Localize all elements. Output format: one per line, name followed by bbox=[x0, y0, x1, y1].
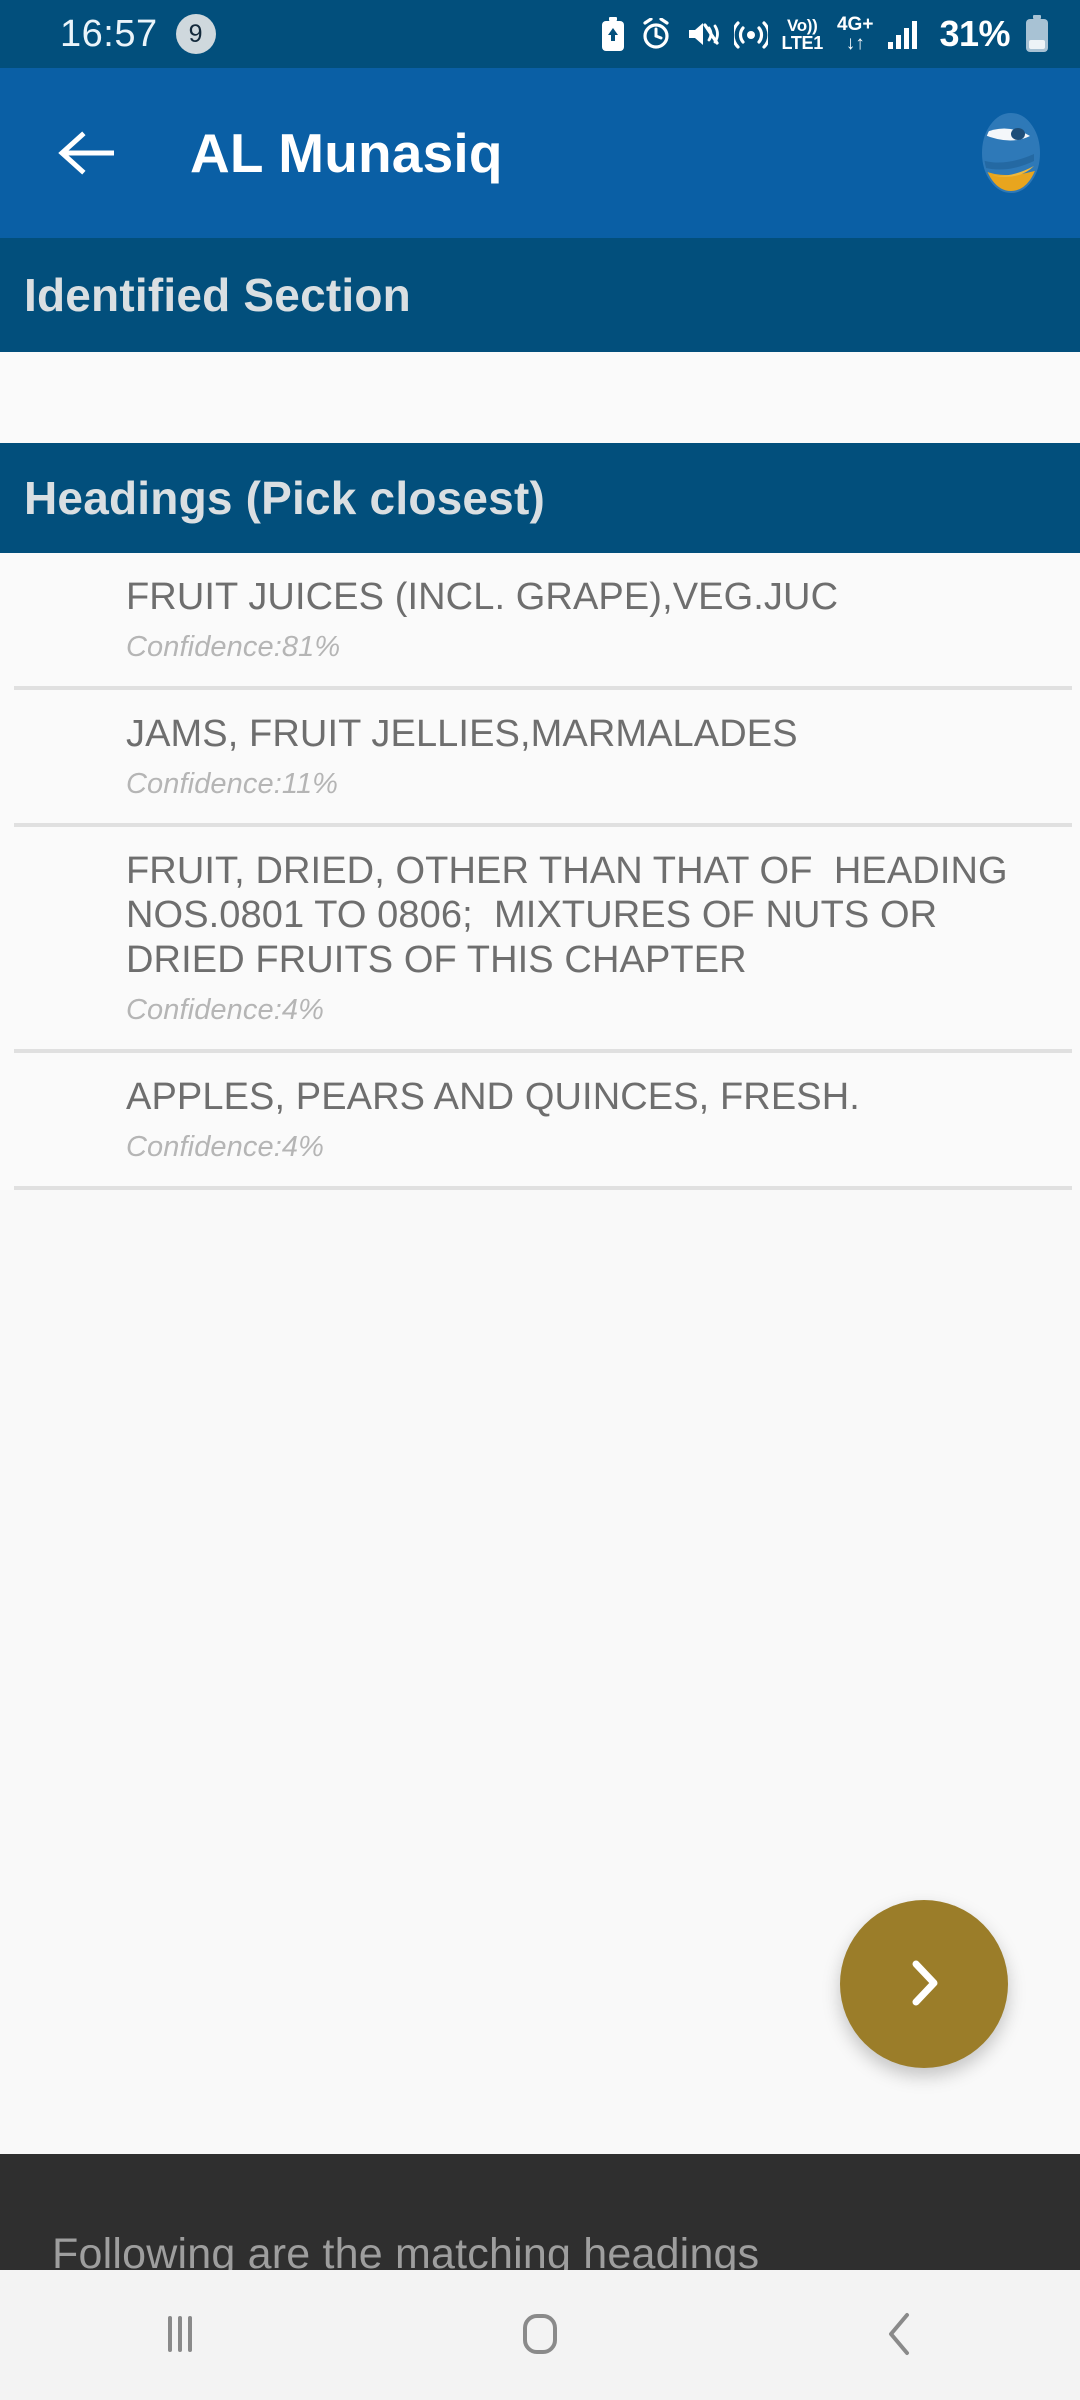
mobile-data-arrows: ↓↑ bbox=[845, 33, 865, 54]
signal-bars-icon bbox=[887, 19, 921, 49]
status-clock: 16:57 bbox=[60, 13, 158, 55]
hotspot-icon bbox=[733, 18, 768, 50]
volte-top-label: Vo)) bbox=[786, 15, 818, 35]
battery-icon bbox=[1024, 15, 1050, 53]
headings-section-header: Headings (Pick closest) bbox=[0, 443, 1080, 553]
status-bar-left: 16:57 9 bbox=[60, 14, 216, 54]
home-icon bbox=[515, 2309, 565, 2362]
page-title: AL Munasiq bbox=[190, 122, 503, 184]
content-empty-area bbox=[0, 1189, 1080, 2154]
heading-confidence: Confidence:4% bbox=[126, 994, 324, 1027]
status-bar: 16:57 9 Vo)) LTE1 4G+ ↓↑ 31% bbox=[0, 0, 1080, 68]
list-item[interactable]: JAMS, FRUIT JELLIES,MARMALADES Confidenc… bbox=[0, 689, 1080, 813]
back-button[interactable] bbox=[820, 2270, 980, 2400]
toast-message: Following are the matching headings bbox=[52, 2230, 760, 2270]
next-fab-button[interactable] bbox=[840, 1900, 1008, 2068]
heading-confidence: Confidence:4% bbox=[126, 1130, 324, 1163]
volte-icon: Vo)) LTE1 bbox=[781, 15, 824, 53]
app-bar: AL Munasiq bbox=[0, 68, 1080, 238]
back-arrow-icon[interactable] bbox=[52, 118, 122, 188]
heading-title: APPLES, PEARS AND QUINCES, FRESH. bbox=[126, 1076, 860, 1119]
heading-title: JAMS, FRUIT JELLIES,MARMALADES bbox=[126, 712, 798, 755]
phone-screen: 16:57 9 Vo)) LTE1 4G+ ↓↑ 31% AL Munasiq … bbox=[0, 0, 1080, 2400]
heading-title: FRUIT JUICES (INCL. GRAPE),VEG.JUC bbox=[126, 576, 839, 618]
chevron-right-icon bbox=[902, 1954, 946, 2015]
headings-section-title: Headings (Pick closest) bbox=[24, 472, 545, 524]
mobile-data-label: 4G+ bbox=[836, 14, 874, 35]
identified-section-value bbox=[0, 352, 1080, 443]
heading-confidence: Confidence:81% bbox=[126, 630, 341, 663]
identified-section-header: Identified Section bbox=[0, 238, 1080, 352]
recents-button[interactable] bbox=[100, 2270, 260, 2400]
android-navigation-bar bbox=[0, 2270, 1080, 2400]
notification-count-badge: 9 bbox=[175, 14, 216, 54]
recents-icon bbox=[157, 2310, 203, 2361]
battery-saver-icon bbox=[600, 17, 626, 51]
list-item[interactable]: FRUIT JUICES (INCL. GRAPE),VEG.JUC Confi… bbox=[0, 553, 1080, 676]
battery-percent-label: 31% bbox=[939, 13, 1010, 54]
status-bar-right: Vo)) LTE1 4G+ ↓↑ 31% bbox=[600, 13, 1051, 55]
headings-list: FRUIT JUICES (INCL. GRAPE),VEG.JUC Confi… bbox=[0, 553, 1080, 1190]
mobile-data-icon: 4G+ ↓↑ bbox=[837, 15, 873, 53]
list-item[interactable]: APPLES, PEARS AND QUINCES, FRESH. Confid… bbox=[0, 1053, 1080, 1176]
al-munasiq-globe-logo bbox=[966, 110, 1052, 196]
list-item[interactable]: FRUIT, DRIED, OTHER THAN THAT OF HEADING… bbox=[0, 826, 1080, 1040]
volte-bottom-label: LTE1 bbox=[781, 32, 824, 53]
home-button[interactable] bbox=[460, 2270, 620, 2400]
heading-title: FRUIT, DRIED, OTHER THAN THAT OF HEADING… bbox=[126, 849, 1019, 982]
toast-snackbar: Following are the matching headings bbox=[0, 2154, 1080, 2270]
heading-confidence: Confidence:11% bbox=[126, 767, 339, 800]
back-chevron-icon bbox=[880, 2309, 920, 2362]
identified-section-title: Identified Section bbox=[24, 269, 411, 321]
alarm-icon bbox=[640, 18, 672, 50]
mute-vibrate-icon bbox=[686, 19, 720, 49]
